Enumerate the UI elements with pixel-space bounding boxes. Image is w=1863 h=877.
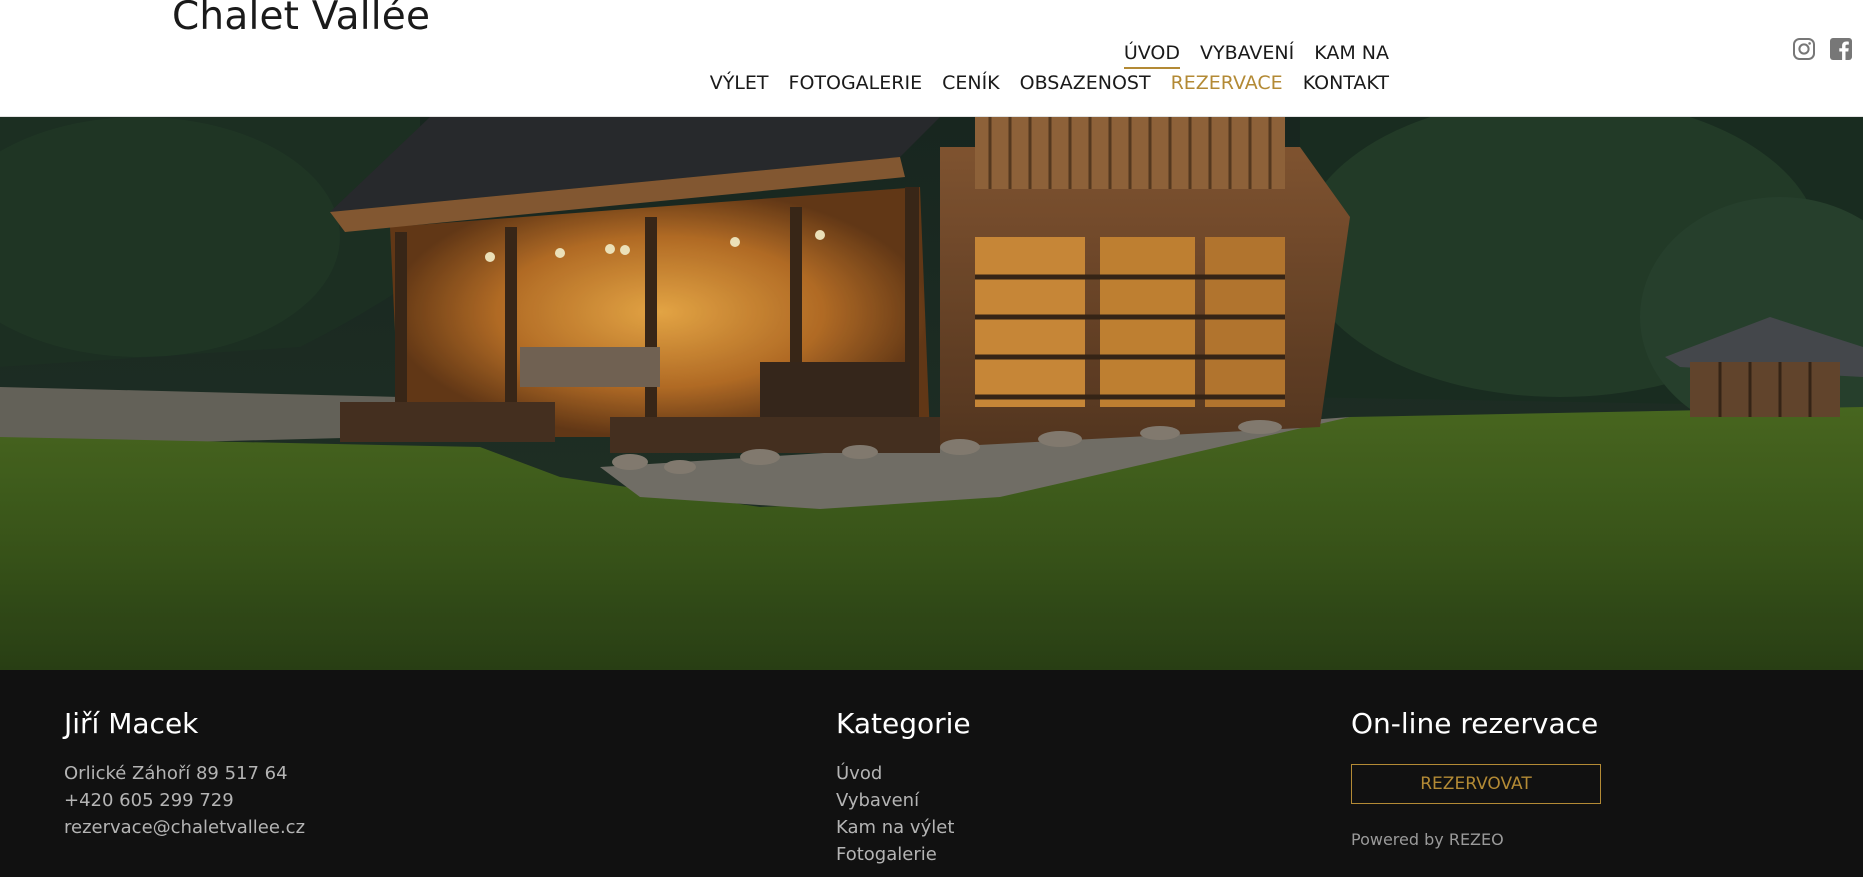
reserve-button[interactable]: REZERVOVAT	[1351, 764, 1601, 804]
nav-vybaveni[interactable]: VYBAVENÍ	[1190, 40, 1304, 66]
main-nav-row-1: ÚVOD VYBAVENÍ KAM NA	[1114, 40, 1399, 69]
hero-image	[0, 117, 1863, 670]
nav-vylet[interactable]: VÝLET	[700, 70, 779, 96]
footer-categories-title: Kategorie	[836, 707, 971, 740]
footer-link-uvod[interactable]: Úvod	[836, 760, 971, 787]
site-footer: Jiří Macek Orlické Záhoří 89 517 64 +420…	[0, 670, 1863, 877]
instagram-icon[interactable]	[1792, 37, 1816, 61]
footer-categories: Kategorie Úvod Vybavení Kam na výlet Fot…	[836, 706, 971, 868]
nav-kam-na[interactable]: KAM NA	[1304, 40, 1399, 66]
nav-cenik[interactable]: CENÍK	[932, 70, 1010, 96]
nav-uvod[interactable]: ÚVOD	[1114, 40, 1190, 69]
footer-contact-title: Jiří Macek	[64, 707, 199, 740]
footer-booking-title: On-line rezervace	[1351, 707, 1599, 740]
contact-email[interactable]: rezervace@chaletvallee.cz	[64, 814, 305, 841]
nav-rezervace[interactable]: REZERVACE	[1161, 70, 1293, 96]
powered-by-text[interactable]: Powered by REZEO	[1351, 830, 1601, 849]
facebook-icon[interactable]	[1829, 37, 1853, 61]
site-logo[interactable]: Chalet Vallée	[172, 0, 430, 39]
contact-address: Orlické Záhoří 89 517 64	[64, 763, 288, 784]
footer-link-vybaveni[interactable]: Vybavení	[836, 787, 971, 814]
footer-link-kam-na-vylet[interactable]: Kam na výlet	[836, 814, 971, 841]
chalet-photo	[0, 117, 1863, 670]
nav-obsazenost[interactable]: OBSAZENOST	[1010, 70, 1161, 96]
footer-link-fotogalerie[interactable]: Fotogalerie	[836, 841, 971, 868]
footer-booking: On-line rezervace REZERVOVAT Powered by …	[1351, 706, 1601, 849]
nav-fotogalerie[interactable]: FOTOGALERIE	[779, 70, 933, 96]
main-nav-row-2: VÝLET FOTOGALERIE CENÍK OBSAZENOST REZER…	[700, 70, 1399, 96]
nav-kontakt[interactable]: KONTAKT	[1293, 70, 1399, 96]
footer-contact: Jiří Macek Orlické Záhoří 89 517 64 +420…	[64, 706, 305, 841]
contact-phone[interactable]: +420 605 299 729	[64, 787, 305, 814]
site-header: Chalet Vallée ÚVOD VYBAVENÍ KAM NA VÝLET…	[0, 0, 1863, 117]
